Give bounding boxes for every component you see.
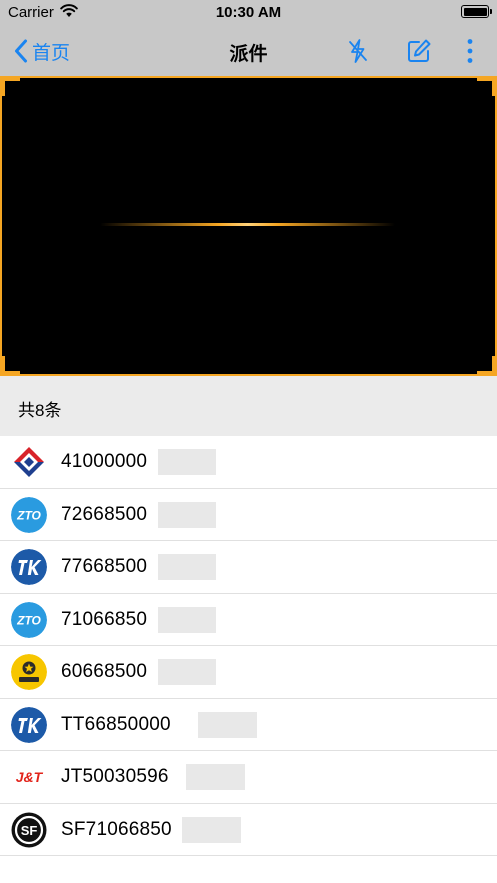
navigation-bar: 首页 派件 [0,26,497,76]
battery-icon [461,5,492,18]
yunda-logo-icon [11,654,47,690]
redaction-mask [182,816,241,843]
flash-toggle-button[interactable] [343,36,373,66]
back-button[interactable]: 首页 [14,36,70,66]
tracking-number: 77668500 [61,556,148,577]
list-item[interactable]: SF SF71066850 [0,804,497,857]
courier-logo-red-blue-diamond-icon [14,447,44,477]
more-button[interactable] [455,36,485,66]
chevron-left-icon [15,39,27,63]
tracking-number: SF71066850 [61,818,172,840]
redaction-mask [158,659,216,685]
list-item[interactable]: J&T JT50030596 [0,751,497,804]
scanner-viewport[interactable] [0,76,497,376]
status-bar: Carrier 10:30 AM [0,0,497,26]
tracking-number: TT66850000 [61,713,171,735]
flash-off-icon [349,39,367,63]
scan-frame-corner [0,356,20,376]
svg-text:ZTO: ZTO [16,613,41,627]
scan-frame [0,76,497,376]
back-button-label: 首页 [32,42,71,64]
scan-line [100,223,395,226]
list-item[interactable]: ZTO 72668500 [0,489,497,542]
edit-button[interactable] [404,36,434,66]
redaction-mask [158,501,216,528]
sf-logo-icon: SF [11,812,47,847]
tk-logo-icon [11,706,47,743]
scan-frame-corner [477,76,497,96]
redaction-mask [186,764,245,790]
tracking-number: JT50030596 [61,766,169,787]
redaction-mask [158,554,216,580]
jt-logo-icon: J&T [16,769,44,785]
list-item[interactable]: 60668500 [0,646,497,699]
tracking-number: 71066850 [61,608,148,630]
svg-text:SF: SF [21,823,38,838]
list-item[interactable]: TT66850000 [0,699,497,752]
edit-icon [408,39,431,62]
tracking-number: 60668500 [61,661,148,682]
list-item[interactable]: ZTO 71066850 [0,594,497,647]
redaction-mask [158,449,216,475]
redaction-mask [158,606,216,633]
parcel-list: 41000000 ZTO 72668500 77668500 ZTO 71066… [0,436,497,856]
tracking-number: 72668500 [61,503,148,525]
clock-time: 10:30 AM [215,4,282,21]
svg-text:J&T: J&T [16,769,44,785]
list-count-header: 共8条 [0,376,497,436]
zto-logo-icon: ZTO [11,496,47,533]
zto-logo-icon: ZTO [11,601,47,638]
redaction-mask [198,711,257,738]
list-item[interactable]: 77668500 [0,541,497,594]
scan-frame-corner [477,356,497,376]
svg-text:ZTO: ZTO [16,508,41,522]
list-item[interactable]: 41000000 [0,436,497,489]
scan-frame-corner [0,76,20,96]
more-vertical-icon [467,39,473,63]
item-count-label: 共8条 [18,401,62,420]
tk-logo-icon [11,549,47,585]
tracking-number: 41000000 [61,451,148,472]
